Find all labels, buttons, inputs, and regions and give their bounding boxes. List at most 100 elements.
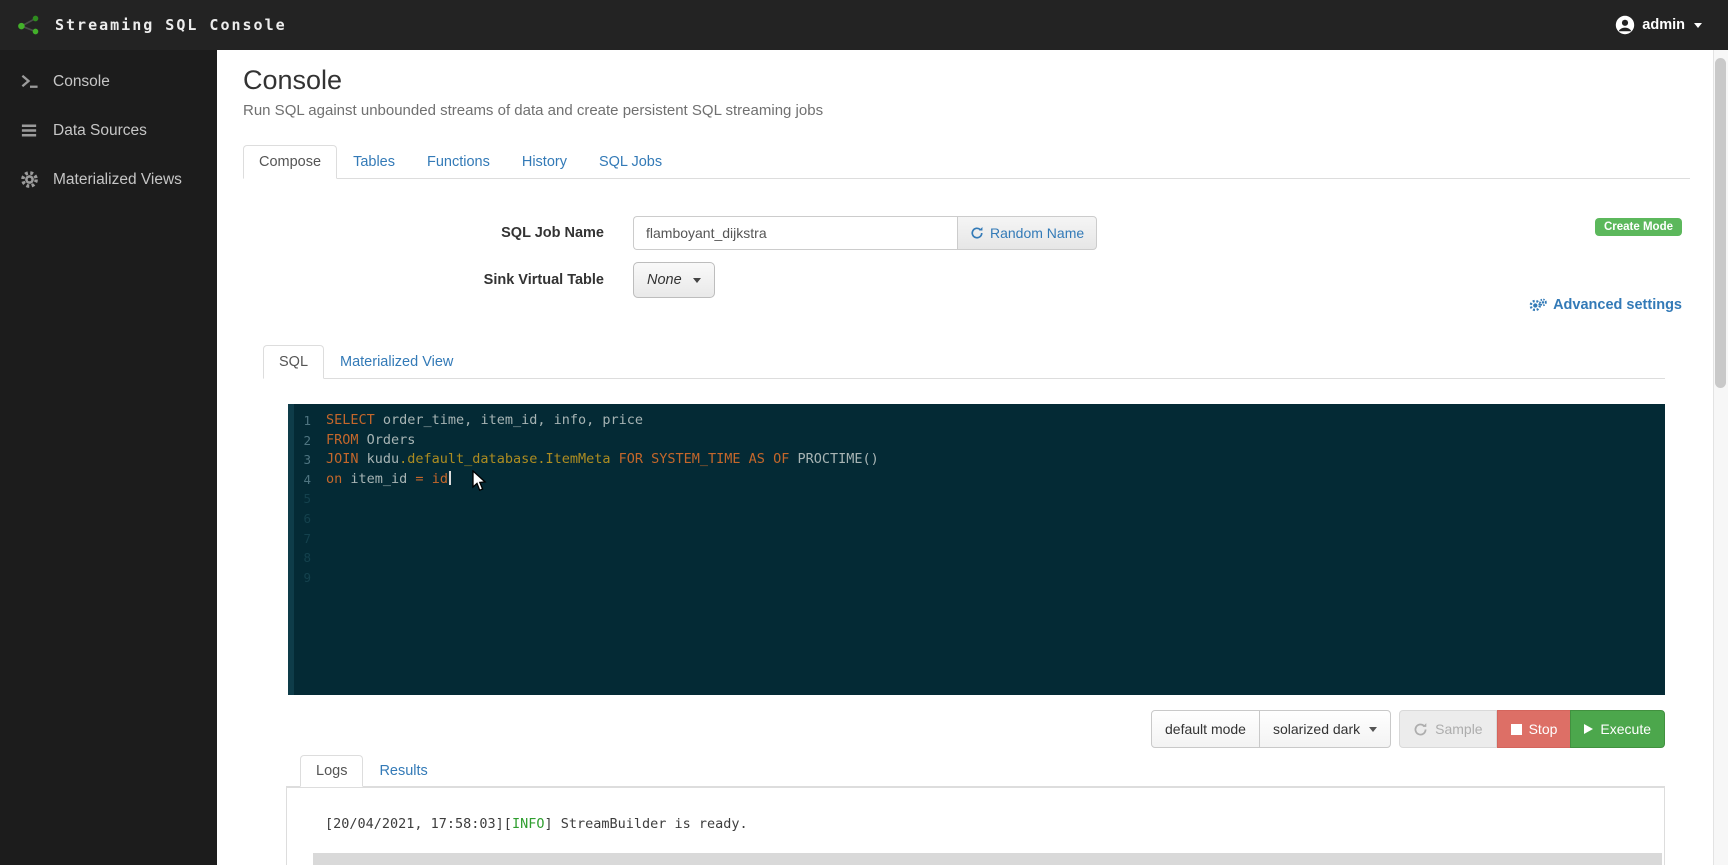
line-number: 7 <box>294 529 320 549</box>
code-text: SELECT order_time, item_id, info, price <box>320 411 643 431</box>
list-icon <box>20 121 39 140</box>
random-name-label: Random Name <box>990 225 1084 241</box>
chevron-down-icon <box>1369 727 1377 732</box>
code-text <box>320 529 326 549</box>
refresh-icon <box>970 226 984 240</box>
tab-sql[interactable]: SQL <box>263 345 324 379</box>
job-name-input[interactable] <box>633 216 957 250</box>
code-text <box>320 489 326 509</box>
code-text: JOIN kudu.default_database.ItemMeta FOR … <box>320 450 879 470</box>
code-line: 7 <box>294 529 1665 549</box>
line-number: 3 <box>294 450 320 470</box>
editor-controls: default mode solarized dark Sample Stop <box>1151 710 1665 748</box>
code-line: 9 <box>294 568 1665 588</box>
code-text <box>320 509 326 529</box>
user-name: admin <box>1642 17 1685 33</box>
user-avatar-icon <box>1615 15 1635 35</box>
page-subtitle: Run SQL against unbounded streams of dat… <box>243 102 823 119</box>
stop-button[interactable]: Stop <box>1497 710 1572 748</box>
code-text <box>320 548 326 568</box>
sidebar: Console Data Sources Materialized Views <box>0 50 217 865</box>
gear-icon <box>20 170 39 189</box>
tab-sql-jobs[interactable]: SQL Jobs <box>583 145 678 179</box>
code-text: on item_id = id <box>320 470 451 490</box>
line-number: 2 <box>294 431 320 451</box>
app-title: Streaming SQL Console <box>55 16 287 34</box>
sidebar-item-console[interactable]: Console <box>0 50 217 106</box>
chevron-down-icon <box>693 278 701 283</box>
scrollbar-thumb[interactable] <box>1715 58 1726 388</box>
sidebar-item-data-sources[interactable]: Data Sources <box>0 106 217 155</box>
code-line: 1SELECT order_time, item_id, info, price <box>294 411 1665 431</box>
create-mode-badge: Create Mode <box>1595 218 1682 236</box>
line-number: 8 <box>294 548 320 568</box>
sidebar-item-label: Materialized Views <box>53 171 182 189</box>
tab-functions[interactable]: Functions <box>411 145 506 179</box>
sidebar-item-materialized-views[interactable]: Materialized Views <box>0 155 217 204</box>
random-name-button[interactable]: Random Name <box>957 216 1097 250</box>
line-number: 4 <box>294 470 320 490</box>
code-line: 6 <box>294 509 1665 529</box>
sidebar-item-label: Data Sources <box>53 122 147 140</box>
job-name-label: SQL Job Name <box>243 216 604 250</box>
code-line: 3JOIN kudu.default_database.ItemMeta FOR… <box>294 450 1665 470</box>
advanced-settings-label: Advanced settings <box>1553 297 1682 313</box>
tab-results[interactable]: Results <box>363 755 443 787</box>
theme-select[interactable]: solarized dark <box>1259 710 1391 748</box>
tab-materialized-view[interactable]: Materialized View <box>324 345 469 379</box>
code-line: 8 <box>294 548 1665 568</box>
sink-table-value: None <box>647 272 682 288</box>
main-content: Console Run SQL against unbounded stream… <box>217 50 1728 865</box>
main-tabs: Compose Tables Functions History SQL Job… <box>243 144 1690 179</box>
sql-code-editor[interactable]: 1SELECT order_time, item_id, info, price… <box>288 404 1665 695</box>
sample-refresh-icon <box>1413 722 1428 737</box>
sink-table-label: Sink Virtual Table <box>243 262 604 298</box>
user-menu[interactable]: admin <box>1615 15 1702 35</box>
sidebar-item-label: Console <box>53 73 110 91</box>
output-tabs: Logs Results <box>286 754 1665 787</box>
terminal-icon <box>20 72 39 91</box>
log-line: [20/04/2021, 17:58:03][INFO] StreamBuild… <box>287 788 1664 832</box>
text-cursor <box>449 471 451 485</box>
code-text <box>320 568 326 588</box>
log-panel: [20/04/2021, 17:58:03][INFO] StreamBuild… <box>286 787 1665 865</box>
job-name-input-group: Random Name <box>633 216 1097 250</box>
window-scrollbar[interactable] <box>1713 50 1728 865</box>
line-number: 5 <box>294 489 320 509</box>
theme-label: solarized dark <box>1273 721 1360 737</box>
mouse-cursor <box>469 470 488 492</box>
chevron-down-icon <box>1694 23 1702 28</box>
tab-logs[interactable]: Logs <box>300 755 363 787</box>
play-icon <box>1584 724 1593 734</box>
default-mode-label: default mode <box>1165 721 1246 737</box>
log-message: ] StreamBuilder is ready. <box>544 816 747 832</box>
code-text: FROM Orders <box>320 431 415 451</box>
line-number: 9 <box>294 568 320 588</box>
app-logo-icon <box>16 12 42 38</box>
tab-history[interactable]: History <box>506 145 583 179</box>
sink-table-select[interactable]: None <box>633 262 715 298</box>
tab-compose[interactable]: Compose <box>243 145 337 179</box>
code-lines: 1SELECT order_time, item_id, info, price… <box>294 411 1665 587</box>
code-line: 4on item_id = id <box>294 470 1665 490</box>
tab-tables[interactable]: Tables <box>337 145 411 179</box>
execution-group: Sample Stop Execute <box>1399 710 1665 748</box>
editor-tabs: SQL Materialized View <box>263 346 1665 379</box>
execute-label: Execute <box>1600 721 1651 737</box>
stop-icon <box>1511 724 1522 735</box>
editor-settings-group: default mode solarized dark <box>1151 710 1391 748</box>
stop-label: Stop <box>1529 721 1558 737</box>
advanced-settings-link[interactable]: Advanced settings <box>1529 297 1682 313</box>
sample-button[interactable]: Sample <box>1399 710 1496 748</box>
default-mode-button[interactable]: default mode <box>1151 710 1260 748</box>
log-timestamp: [20/04/2021, 17:58:03][ <box>325 816 512 832</box>
page-title: Console <box>243 64 342 96</box>
cogs-icon <box>1529 298 1547 313</box>
log-level: INFO <box>512 816 545 832</box>
log-horizontal-scrollbar[interactable] <box>313 853 1662 865</box>
line-number: 6 <box>294 509 320 529</box>
sample-label: Sample <box>1435 721 1482 737</box>
execute-button[interactable]: Execute <box>1570 710 1665 748</box>
topbar: Streaming SQL Console admin <box>0 0 1728 50</box>
line-number: 1 <box>294 411 320 431</box>
